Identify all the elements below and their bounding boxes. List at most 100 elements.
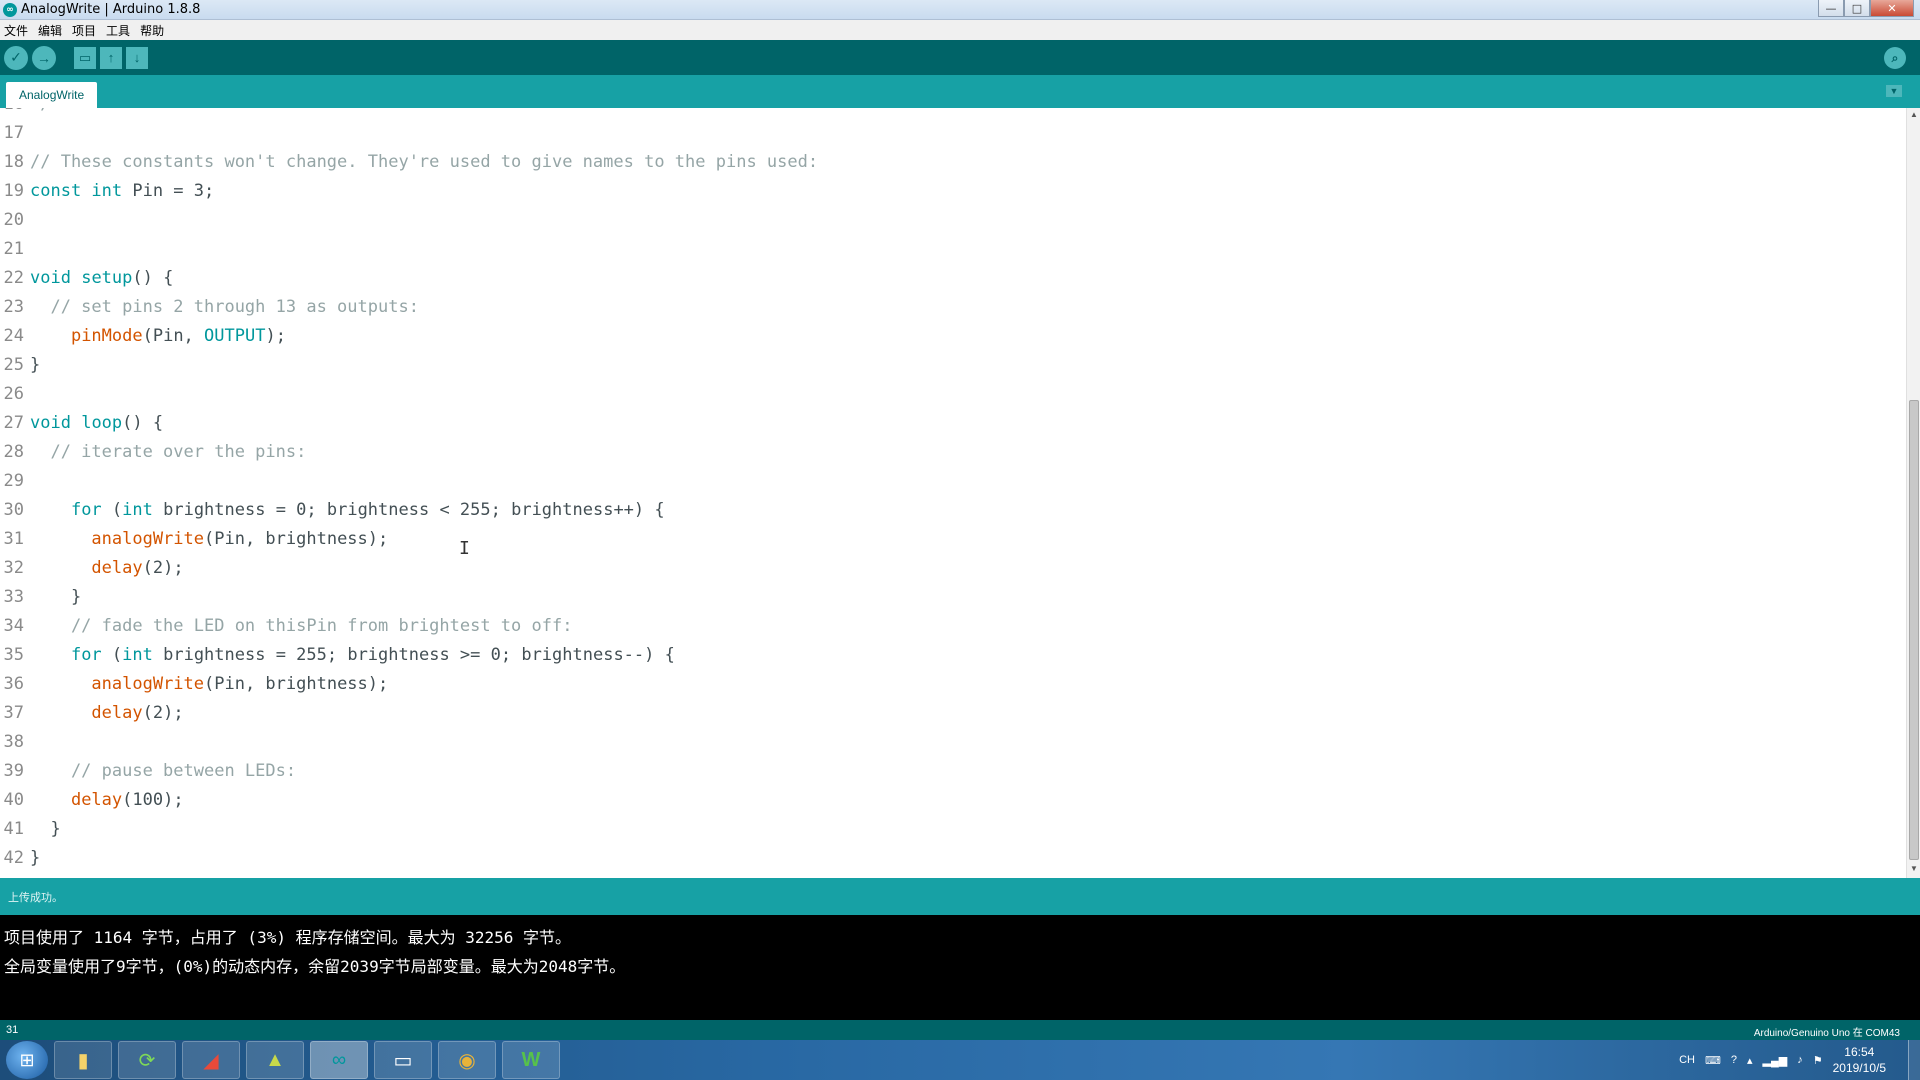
taskbar-app-green[interactable]: ⟳ [118,1041,176,1079]
help-icon[interactable]: ? [1731,1054,1737,1066]
input-language-indicator[interactable]: CH [1679,1054,1695,1066]
code-line[interactable]: 37 delay (2); [0,698,184,727]
taskbar-app-window[interactable]: ▭ [374,1041,432,1079]
volume-icon[interactable]: ♪ [1797,1054,1803,1066]
code-token: (Pin, brightness); [204,673,389,694]
console-output[interactable]: 项目使用了 1164 字节，占用了 (3%) 程序存储空间。最大为 32256 … [0,915,1920,1020]
scrollbar-thumb[interactable] [1909,400,1919,860]
code-line[interactable]: 18 // These constants won't change. They'… [0,147,819,176]
flag-icon[interactable]: ⚑ [1813,1054,1823,1067]
scroll-up-icon[interactable]: ▲ [1907,110,1920,122]
code-line[interactable]: 28 // iterate over the pins: [0,437,307,466]
taskbar-wps[interactable]: W [502,1041,560,1079]
code-line[interactable]: 31 analogWrite (Pin, brightness); [0,524,389,553]
taskbar-chrome[interactable]: ◉ [438,1041,496,1079]
chart-icon: ▲ [265,1048,285,1071]
taskbar: ⊞ ▮ ⟳ ◢ ▲ ∞ ▭ ◉ W CH ⌨ ? ▴ ▂▄▆ ♪ ⚑ 16:54… [0,1040,1920,1080]
line-number: 18 [3,151,24,172]
menu-tools[interactable]: 工具 [106,22,130,39]
editor-scrollbar[interactable]: ▲ ▼ [1906,108,1920,878]
code-line[interactable]: 42} [0,843,41,872]
code-line[interactable]: 39 // pause between LEDs: [0,756,297,785]
taskbar-explorer[interactable]: ▮ [54,1041,112,1079]
code-token: ); [265,325,286,346]
keyboard-icon[interactable]: ⌨ [1705,1054,1721,1067]
start-button[interactable]: ⊞ [6,1041,48,1079]
code-line[interactable]: 35 for (int brightness = 255; brightness… [0,640,675,669]
code-line[interactable]: 26 [0,379,30,408]
code-line[interactable]: 24 pinMode (Pin, OUTPUT); [0,321,286,350]
line-number: 21 [3,238,24,259]
taskbar-app-chart[interactable]: ▲ [246,1041,304,1079]
code-line[interactable]: 20 [0,205,30,234]
status-bar: 上传成功。 [0,878,1920,915]
clock[interactable]: 16:54 2019/10/5 [1833,1044,1886,1076]
close-button[interactable]: ✕ [1870,0,1914,17]
tab-menu-button[interactable]: ▼ [1886,85,1902,97]
open-button[interactable]: ↑ [100,46,122,69]
code-token: // iterate over the pins: [30,441,307,462]
code-line[interactable]: 40 delay (100); [0,785,184,814]
upload-button[interactable]: → [32,45,56,70]
menu-sketch[interactable]: 项目 [72,22,96,39]
verify-button[interactable]: ✓ [4,45,28,70]
code-line[interactable]: 41 } [0,814,61,843]
tab-analogwrite[interactable]: AnalogWrite [6,82,98,108]
code-token: void [30,267,71,288]
code-token: brightness = 0; brightness < 255; bright… [152,499,665,520]
code-line[interactable]: 29 [0,466,30,495]
code-token: delay [91,702,143,723]
code-line[interactable]: 27 void loop() { [0,408,164,437]
menu-help[interactable]: 帮助 [140,22,164,39]
show-desktop-button[interactable] [1908,1040,1920,1080]
menu-file[interactable]: 文件 [4,22,28,39]
line-number: 29 [3,470,24,491]
code-line[interactable]: 38 [0,727,30,756]
code-token: } [30,586,82,607]
save-button[interactable]: ↓ [126,46,148,69]
window-title: AnalogWrite | Arduino 1.8.8 [21,2,201,17]
minimize-button[interactable]: — [1818,0,1844,17]
code-line[interactable]: 32 delay (2); [0,553,184,582]
current-line-number: 31 [6,1024,19,1036]
taskbar-app-red[interactable]: ◢ [182,1041,240,1079]
code-line[interactable]: 19 const int Pin = 3; [0,176,215,205]
code-line[interactable]: 33 } [0,582,82,611]
arduino-icon: ∞ [331,1048,347,1071]
code-line[interactable]: 36 analogWrite (Pin, brightness); [0,669,389,698]
code-line[interactable]: 23 // set pins 2 through 13 as outputs: [0,292,419,321]
taskbar-arduino[interactable]: ∞ [310,1041,368,1079]
code-line[interactable]: 34 // fade the LED on thisPin from brigh… [0,611,573,640]
code-token: const int [30,180,123,201]
code-line[interactable]: 17 [0,118,30,147]
line-number: 28 [3,441,24,462]
code-line[interactable]: 30 for (int brightness = 0; brightness <… [0,495,665,524]
board-port-label: Arduino/Genuino Uno 在 COM43 [1753,1028,1900,1039]
tray-expand-icon[interactable]: ▴ [1747,1054,1753,1067]
arrow-right-icon: → [37,49,51,66]
menu-bar: 文件 编辑 项目 工具 帮助 [0,20,1920,40]
status-message: 上传成功。 [8,890,63,904]
text-cursor-icon: I [459,538,470,559]
menu-edit[interactable]: 编辑 [38,22,62,39]
code-line[interactable]: 25} [0,350,41,379]
line-number: 36 [3,673,24,694]
code-line[interactable]: 22 void setup() { [0,263,174,292]
maximize-button[interactable]: □ [1844,0,1870,17]
new-file-icon: ▭ [78,49,92,65]
scroll-down-icon[interactable]: ▼ [1907,864,1920,876]
bottom-status-bar: 31 Arduino/Genuino Uno 在 COM43 [0,1020,1920,1040]
serial-monitor-button[interactable]: ⌕ [1884,47,1906,69]
code-token: brightness = 255; brightness >= 0; brigh… [152,644,675,665]
code-line[interactable]: 21 [0,234,30,263]
code-token: for [70,644,102,665]
code-editor[interactable]: I 16*/ 17 18 // These constants won't chang… [0,108,1906,878]
line-number: 35 [3,644,24,665]
network-icon[interactable]: ▂▄▆ [1763,1054,1788,1067]
new-sketch-button[interactable]: ▭ [74,46,96,69]
code-line[interactable]: 16*/ [0,108,51,118]
